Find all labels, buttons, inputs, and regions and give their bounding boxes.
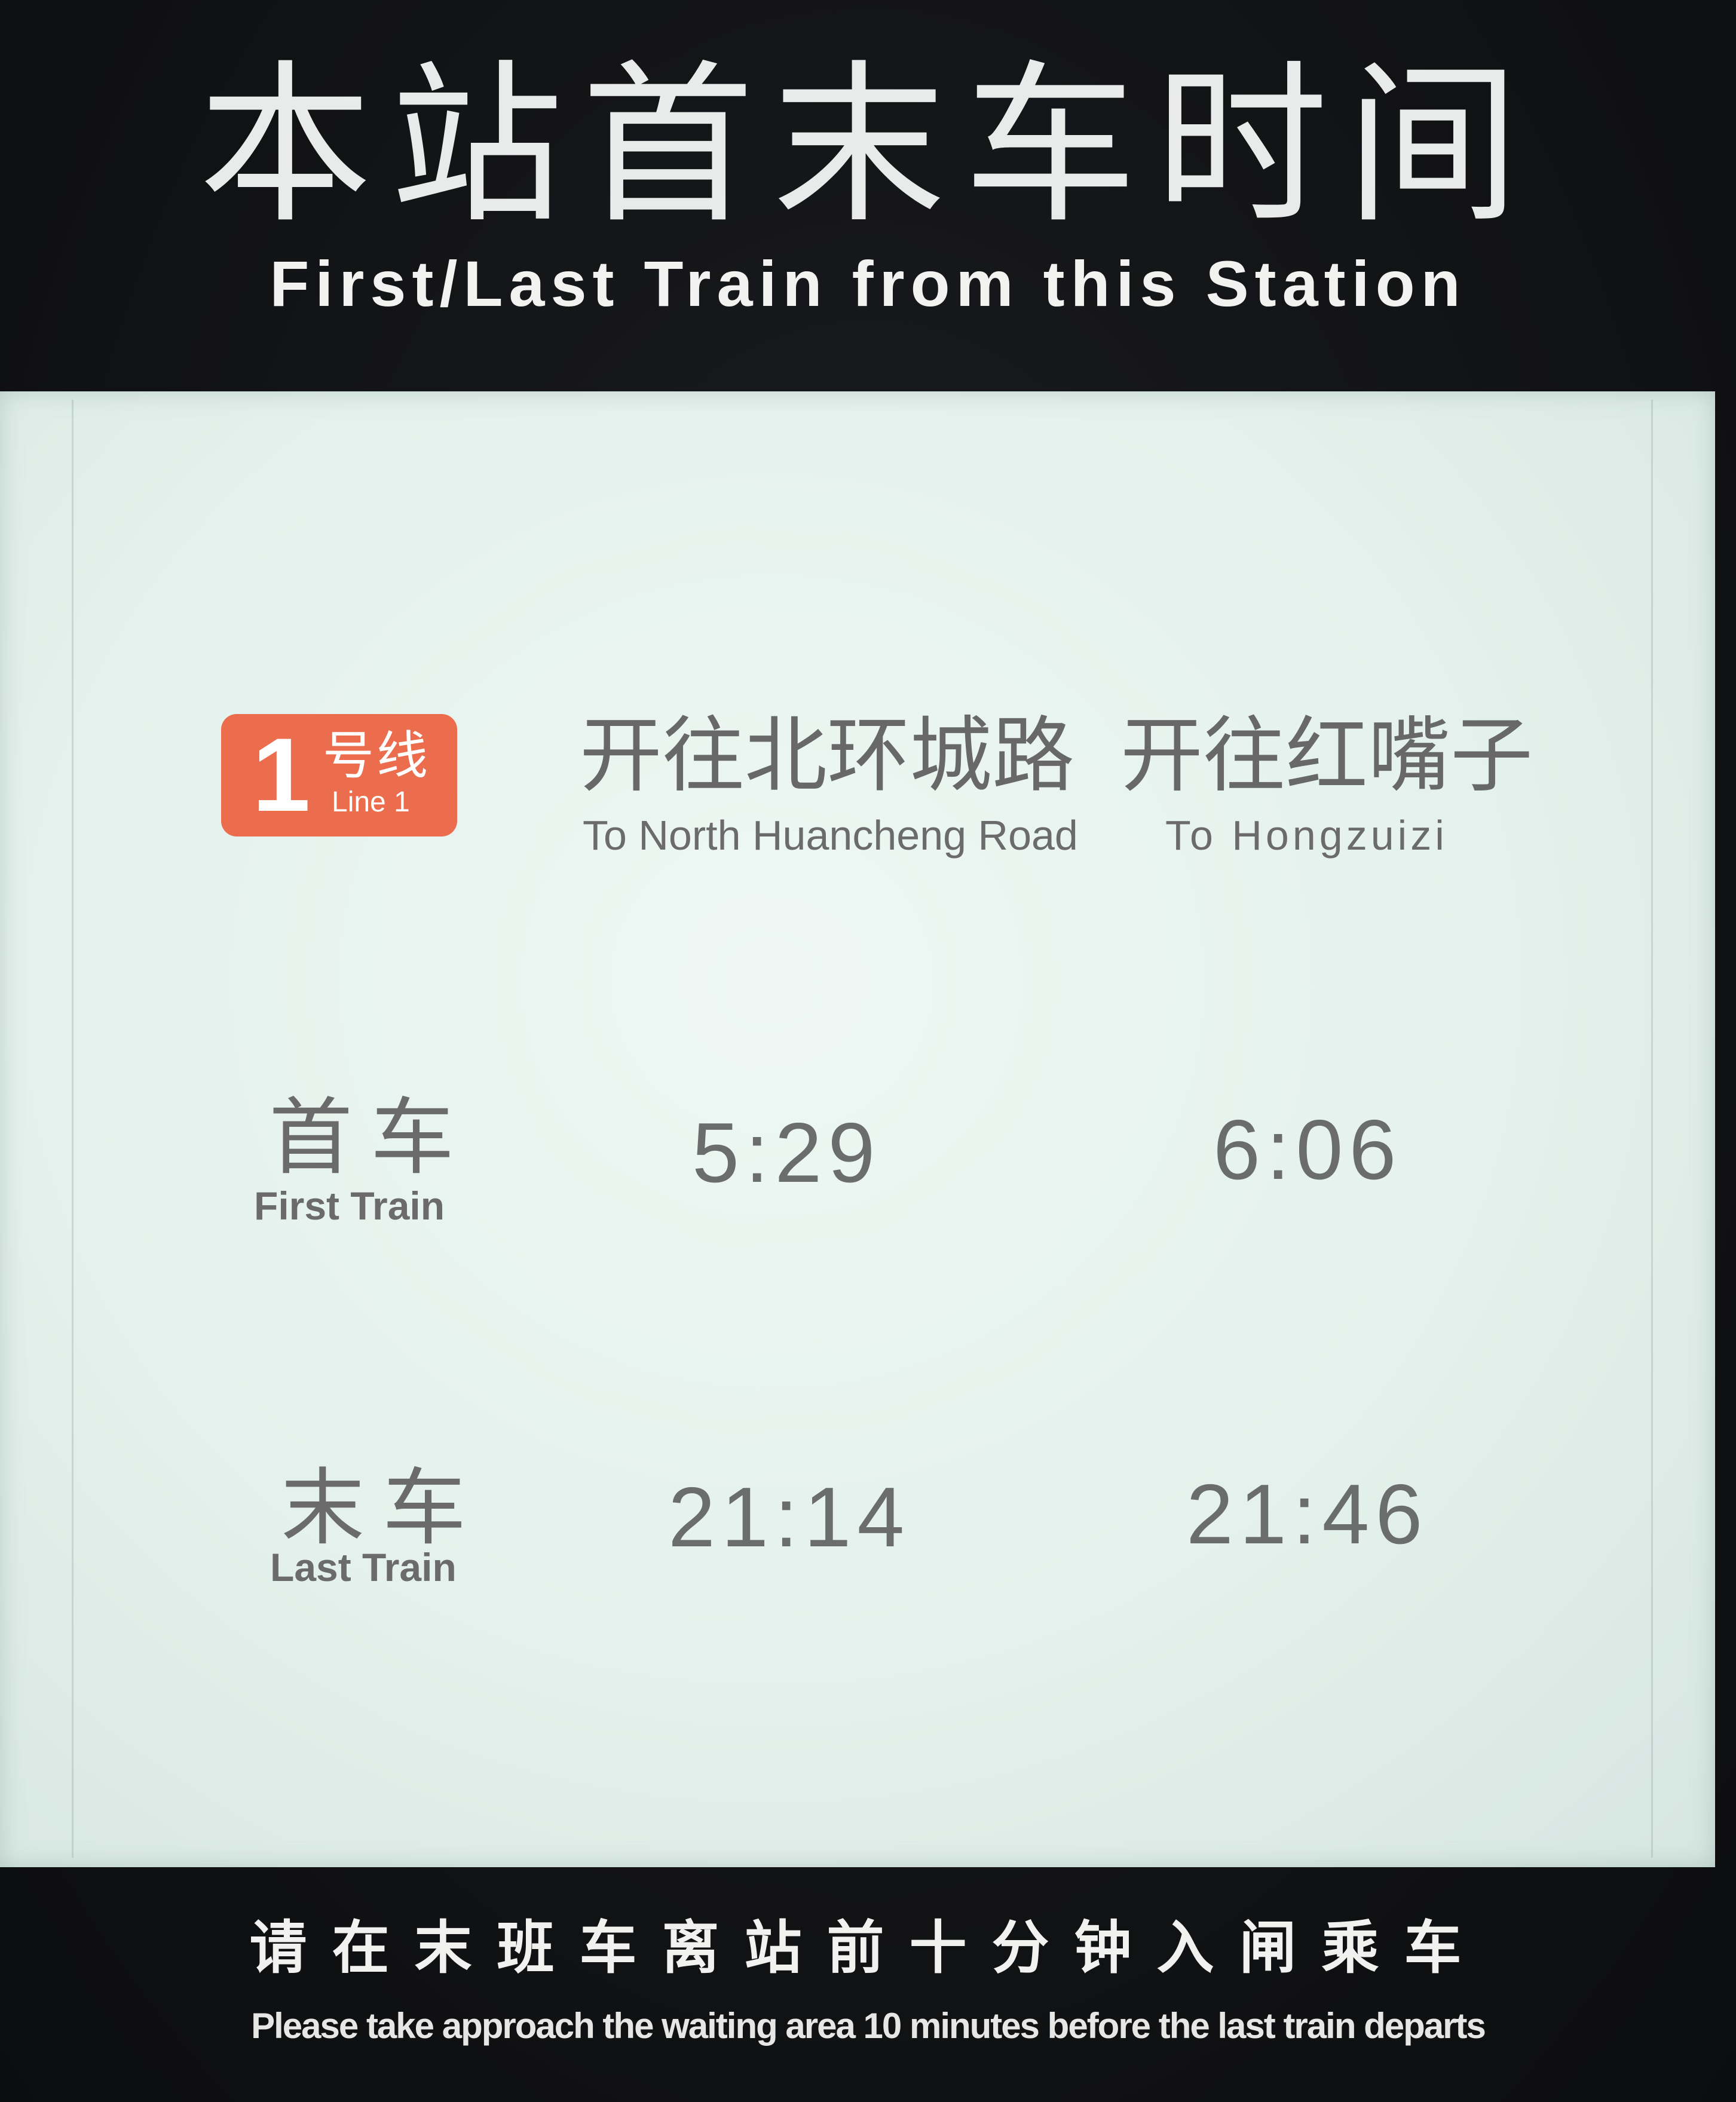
first-train-label-chinese: 首车 xyxy=(269,1089,473,1187)
sign-title-chinese: 本站首末车时间 xyxy=(198,45,1538,247)
first-train-time-north-huancheng: 5:29 xyxy=(692,1105,881,1200)
destination-2-chinese: 开往红嘴子 xyxy=(1120,707,1533,804)
footer-notice-chinese: 请在末班车离站前十分钟入闸乘车 xyxy=(249,1914,1487,1981)
station-timetable-sign: 本站首末车时间 First/Last Train from this Stati… xyxy=(0,0,1736,2102)
destination-2-english: To Hongzuizi xyxy=(1165,812,1448,859)
line-label-chinese: 号线 xyxy=(323,726,430,786)
destination-1-chinese: 开往北环城路 xyxy=(580,707,1075,804)
line-number: 1 xyxy=(252,717,311,834)
last-train-time-north-huancheng: 21:14 xyxy=(668,1470,911,1565)
last-train-time-hongzuizi: 21:46 xyxy=(1186,1467,1429,1562)
last-train-label-english: Last Train xyxy=(270,1545,457,1589)
first-train-time-hongzuizi: 6:06 xyxy=(1213,1102,1403,1197)
footer-notice-english: Please take approach the waiting area 10… xyxy=(251,2006,1486,2046)
destination-1-english: To North Huancheng Road xyxy=(583,812,1078,859)
line-label-english: Line 1 xyxy=(332,786,410,818)
line-badge: 1 号线 Line 1 xyxy=(221,714,457,836)
last-train-label-chinese: 末车 xyxy=(281,1460,485,1557)
first-train-label-english: First Train xyxy=(254,1184,445,1228)
sign-title-english: First/Last Train from this Station xyxy=(270,247,1466,320)
